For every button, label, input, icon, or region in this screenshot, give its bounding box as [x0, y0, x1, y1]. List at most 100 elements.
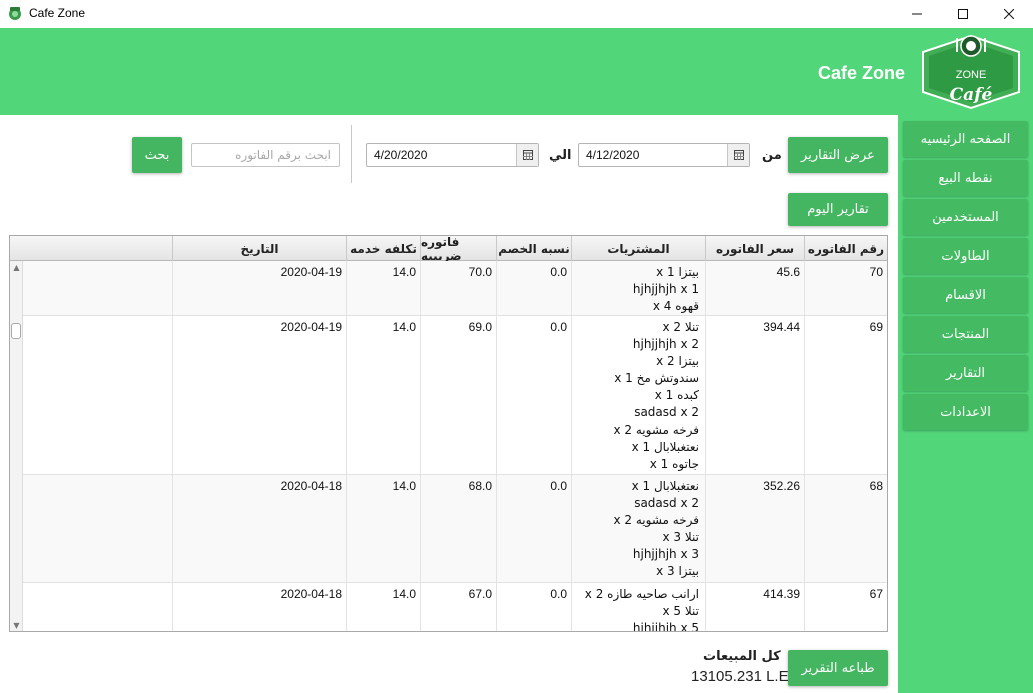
purchase-item: نعتغبلابال 1 x	[631, 439, 699, 454]
to-date-picker[interactable]: 4/20/2020	[366, 143, 539, 167]
column-date[interactable]: التاريخ	[172, 236, 346, 261]
calendar-icon	[522, 150, 533, 160]
scroll-down-icon[interactable]: ▼	[12, 621, 21, 630]
brand-title: Cafe Zone	[818, 63, 906, 83]
cell-tax: 68.0	[420, 475, 496, 582]
svg-text:ZONE: ZONE	[956, 69, 987, 81]
cell-date: 2020-04-18	[172, 583, 346, 631]
column-purchases[interactable]: المشتريات	[571, 236, 705, 261]
sidebar: الصفحه الرئيسيه نقطه البيع المستخدمين ال…	[898, 115, 1033, 693]
cell-service: 14.0	[346, 316, 420, 474]
maximize-icon	[958, 9, 968, 19]
sidebar-item-pos[interactable]: نقطه البيع	[903, 160, 1028, 196]
purchase-item: تنلا 2 x	[662, 320, 699, 334]
purchase-item: نعتغبلابال 1 x	[631, 479, 699, 493]
print-report-button[interactable]: طباعه التقرير	[788, 650, 888, 686]
sidebar-item-users[interactable]: المستخدمين	[903, 199, 1028, 235]
table-header: رقم الفاتوره سعر الفاتوره المشتريات نسبه…	[10, 236, 887, 263]
reports-table: رقم الفاتوره سعر الفاتوره المشتريات نسبه…	[9, 235, 888, 632]
window-title: Cafe Zone	[29, 6, 86, 20]
purchase-item: hjhjjhjh x 1	[632, 282, 699, 297]
sidebar-item-products[interactable]: المنتجات	[903, 316, 1028, 352]
cell-invoice-number: 67	[804, 583, 887, 631]
cell-tax: 69.0	[420, 316, 496, 474]
cell-purchases: تنلا 2 x hjhjjhjh x 2 بيتزا 2 x سندوتش م…	[571, 316, 705, 474]
sidebar-item-settings[interactable]: الاعدادات	[903, 394, 1028, 430]
cell-service: 14.0	[346, 583, 420, 631]
purchase-item: بيتزا 2 x	[656, 354, 699, 369]
purchase-item: فرخه مشويه 2 x	[613, 422, 699, 437]
to-calendar-button[interactable]	[516, 144, 538, 166]
app-icon	[9, 7, 21, 20]
from-date-picker[interactable]: 4/12/2020	[578, 143, 750, 167]
sidebar-item-categories[interactable]: الاقسام	[903, 277, 1028, 313]
purchase-item: تنلا 3 x	[662, 530, 699, 545]
purchase-item: hjhjjhjh x 3	[632, 547, 699, 562]
purchase-item: قهوه 4 x	[652, 299, 699, 314]
table-row[interactable]: 69 394.44 تنلا 2 x hjhjjhjh x 2 بيتزا 2 …	[23, 316, 887, 475]
invoice-search-input[interactable]	[191, 143, 340, 167]
cell-service: 14.0	[346, 475, 420, 582]
cell-tax: 70.0	[420, 261, 496, 315]
cell-discount: 0.0	[496, 475, 571, 582]
cafe-zone-logo: ZONE Café	[922, 34, 1020, 110]
table-row[interactable]: 70 45.6 بيتزا 1 x hjhjjhjh x 1 قهوه 4 x …	[23, 261, 887, 316]
cell-purchases: ارانب صاحيه طازه 2 x تنلا 5 x hjhjjhjh x…	[571, 583, 705, 632]
sidebar-item-reports[interactable]: التقارير	[903, 355, 1028, 391]
close-icon	[1004, 9, 1014, 19]
purchase-item: كبده 1 x	[654, 388, 699, 403]
table-scrollbar[interactable]: ▲ ▼	[10, 261, 23, 631]
cell-invoice-number: 68	[804, 475, 887, 582]
minimize-button[interactable]	[894, 0, 940, 28]
from-calendar-button[interactable]	[727, 144, 749, 166]
filter-separator	[351, 125, 352, 183]
cell-purchases: بيتزا 1 x hjhjjhjh x 1 قهوه 4 x	[571, 261, 705, 315]
column-filler	[10, 236, 172, 261]
total-sales-label: كل المبيعات	[703, 649, 781, 664]
cell-date: 2020-04-19	[172, 316, 346, 474]
cell-invoice-price: 394.44	[705, 316, 804, 474]
svg-text:Café: Café	[950, 85, 993, 105]
cell-discount: 0.0	[496, 261, 571, 315]
search-button[interactable]: بحث	[132, 137, 182, 173]
column-discount[interactable]: نسبه الخصم	[496, 236, 571, 261]
to-date-value: 4/20/2020	[374, 148, 428, 162]
column-invoice-number[interactable]: رقم الفاتوره	[804, 236, 887, 261]
cell-invoice-price: 45.6	[705, 261, 804, 315]
table-row[interactable]: 67 414.39 ارانب صاحيه طازه 2 x تنلا 5 x …	[23, 583, 887, 632]
purchase-item: hjhjjhjh x 5	[632, 621, 699, 632]
today-reports-button[interactable]: تقارير اليوم	[788, 193, 888, 226]
to-label: الي	[549, 148, 572, 163]
sidebar-item-home[interactable]: الصفحه الرئيسيه	[903, 121, 1028, 157]
table-row[interactable]: 68 352.26 نعتغبلابال 1 x sadasd x 2 فرخه…	[23, 475, 887, 583]
scroll-up-icon[interactable]: ▲	[12, 263, 21, 272]
column-invoice-price[interactable]: سعر الفاتوره	[705, 236, 804, 261]
cell-purchases: نعتغبلابال 1 x sadasd x 2 فرخه مشويه 2 x…	[571, 475, 705, 582]
sidebar-item-tables[interactable]: الطاولات	[903, 238, 1028, 274]
scroll-thumb[interactable]	[11, 323, 21, 339]
purchase-item: بيتزا 3 x	[656, 564, 699, 579]
cell-date: 2020-04-18	[172, 475, 346, 582]
purchase-item: تنلا 5 x	[662, 604, 699, 619]
purchase-item: سندوتش مخ 1 x	[614, 371, 699, 386]
cell-invoice-number: 69	[804, 316, 887, 474]
close-button[interactable]	[986, 0, 1032, 28]
purchase-item: فرخه مشويه 2 x	[613, 513, 699, 528]
from-date-value: 4/12/2020	[586, 148, 640, 162]
purchase-item: sadasd x 2	[634, 405, 699, 420]
from-label: من	[762, 148, 782, 163]
purchase-item: sadasd x 2	[634, 496, 699, 511]
cell-invoice-number: 70	[804, 261, 887, 315]
column-service-cost[interactable]: تكلفه خدمه	[346, 236, 420, 261]
purchase-item: بيتزا 1 x	[656, 265, 699, 279]
calendar-icon	[733, 150, 744, 160]
purchase-item: hjhjjhjh x 2	[632, 337, 699, 352]
cell-discount: 0.0	[496, 316, 571, 474]
column-tax-invoice[interactable]: فاتوره ضريبيه	[420, 236, 496, 263]
cell-discount: 0.0	[496, 583, 571, 631]
purchase-item: ارانب صاحيه طازه 2 x	[584, 587, 699, 601]
cell-invoice-price: 414.39	[705, 583, 804, 631]
show-reports-button[interactable]: عرض التقارير	[788, 137, 888, 173]
maximize-button[interactable]	[940, 0, 986, 28]
cell-service: 14.0	[346, 261, 420, 315]
